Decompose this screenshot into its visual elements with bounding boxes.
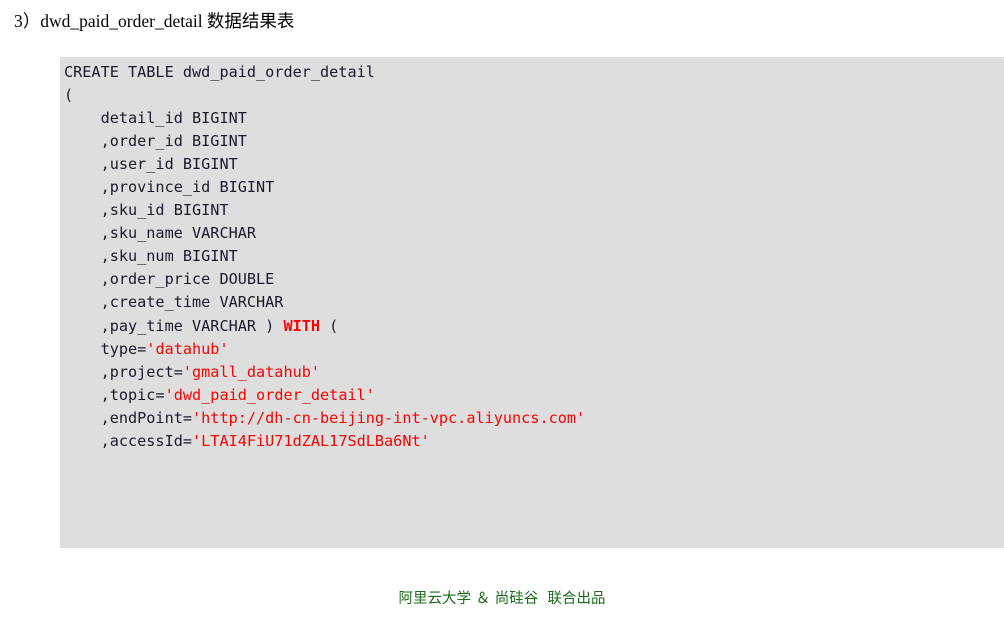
- sql-string-literal: 'dwd_paid_order_detail': [164, 385, 375, 404]
- footer-credit: 阿里云大学 ＆ 尚硅谷 联合出品: [398, 591, 606, 607]
- sql-text: ,create_time VARCHAR: [64, 293, 284, 312]
- code-line: ,order_price DOUBLE: [60, 268, 1004, 291]
- sql-text: type=: [64, 339, 147, 358]
- sql-text: ,accessId=: [64, 431, 193, 450]
- sql-text: detail_id BIGINT: [64, 109, 247, 128]
- code-line: ,create_time VARCHAR: [60, 291, 1004, 314]
- sql-text: ,pay_time VARCHAR ): [64, 316, 284, 335]
- sql-text: ,sku_num BIGINT: [64, 247, 238, 266]
- code-line: ,user_id BIGINT: [60, 153, 1004, 176]
- sql-string-literal: 'gmall_datahub': [182, 362, 321, 381]
- code-line: ,sku_name VARCHAR: [60, 222, 1004, 245]
- sql-text: ,order_id BIGINT: [64, 132, 247, 151]
- code-line: ,accessId='LTAI4FiU71dZAL17SdLBa6Nt': [60, 430, 1004, 453]
- sql-text: ,endPoint=: [64, 408, 193, 427]
- sql-text: ,user_id BIGINT: [64, 155, 238, 174]
- sql-text: CREATE TABLE dwd_paid_order_detail: [64, 63, 375, 81]
- code-line: type='datahub': [60, 338, 1004, 361]
- sql-text: ,project=: [64, 362, 183, 381]
- code-line: ,order_id BIGINT: [60, 130, 1004, 153]
- sql-string-literal: 'datahub': [146, 339, 229, 358]
- sql-text: ,sku_id BIGINT: [64, 201, 229, 220]
- sql-text: (: [320, 316, 339, 335]
- page-title: 3）dwd_paid_order_detail 数据结果表: [14, 11, 295, 31]
- code-line: ,project='gmall_datahub': [60, 361, 1004, 384]
- code-line: (: [60, 84, 1004, 107]
- sql-text: ,topic=: [64, 385, 165, 404]
- code-line: ,province_id BIGINT: [60, 176, 1004, 199]
- code-line: ,endPoint='http://dh-cn-beijing-int-vpc.…: [60, 407, 1004, 430]
- code-line: ,sku_num BIGINT: [60, 245, 1004, 268]
- sql-string-literal: 'LTAI4FiU71dZAL17SdLBa6Nt': [192, 431, 430, 450]
- code-line: ,topic='dwd_paid_order_detail': [60, 384, 1004, 407]
- code-line: ,pay_time VARCHAR ) WITH (: [60, 315, 1004, 338]
- sql-string-literal: 'http://dh-cn-beijing-int-vpc.aliyuncs.c…: [192, 408, 586, 427]
- sql-keyword: WITH: [283, 316, 321, 335]
- code-line: CREATE TABLE dwd_paid_order_detail: [60, 61, 1004, 84]
- sql-text: ,order_price DOUBLE: [64, 270, 275, 289]
- sql-text: ,sku_name VARCHAR: [64, 224, 257, 243]
- code-line: detail_id BIGINT: [60, 107, 1004, 130]
- sql-code-block: CREATE TABLE dwd_paid_order_detail ( deta…: [60, 57, 1004, 548]
- sql-text: ,province_id BIGINT: [64, 178, 275, 197]
- code-line: ,sku_id BIGINT: [60, 199, 1004, 222]
- sql-text: (: [64, 86, 74, 105]
